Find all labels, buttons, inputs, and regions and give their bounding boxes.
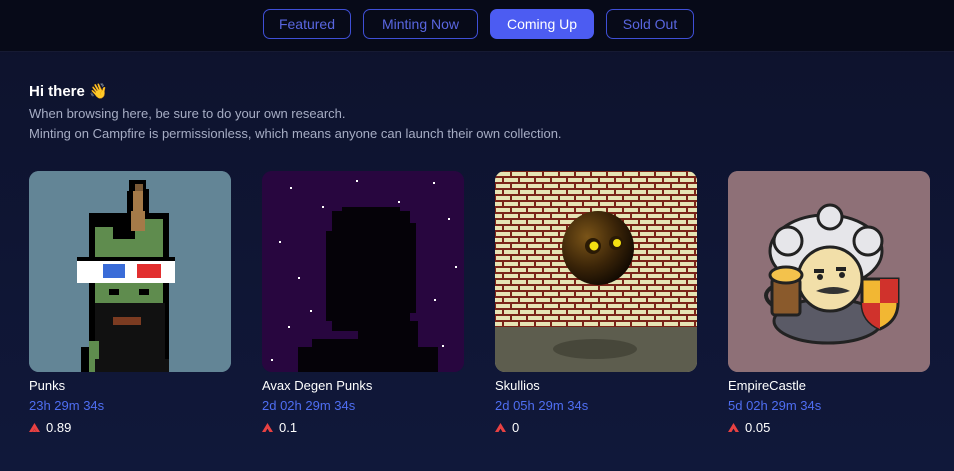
avax-icon [262, 422, 273, 432]
avax-icon [495, 422, 506, 432]
cartoon-king-image [728, 171, 930, 372]
collection-card-avax-degen-punks[interactable]: Avax Degen Punks 2d 02h 29m 34s 0.1 [262, 171, 464, 436]
price-value: 0.1 [279, 419, 298, 435]
countdown-timer: 23h 29m 34s [29, 398, 105, 413]
collection-name[interactable]: Punks [29, 378, 231, 396]
price-value: 0.05 [745, 419, 771, 435]
collection-image-empirecastle[interactable] [728, 171, 930, 372]
countdown-timer: 5d 02h 29m 34s [728, 398, 822, 413]
price-value: 0 [512, 419, 520, 435]
mint-price: 0.1 [262, 418, 464, 436]
mint-price: 0.05 [728, 418, 930, 436]
greeting-heading: Hi there 👋 [29, 82, 108, 100]
top-nav: Featured Minting Now Coming Up Sold Out [0, 0, 954, 52]
collection-name[interactable]: Skullios [495, 378, 697, 396]
price-value: 0.89 [46, 419, 72, 435]
collection-image-skullios[interactable] [495, 171, 697, 372]
tab-sold-out[interactable]: Sold Out [606, 9, 694, 39]
disclaimer-line-1: When browsing here, be sure to do your o… [29, 106, 346, 121]
mint-price: 0 [495, 418, 697, 436]
tab-coming-up[interactable]: Coming Up [490, 9, 594, 39]
countdown-timer: 2d 02h 29m 34s [262, 398, 356, 413]
pixel-punk-image [29, 171, 231, 372]
collection-card-punks[interactable]: Punks 23h 29m 34s 0.89 [29, 171, 231, 436]
silhouette-image [262, 171, 464, 372]
collection-image-avax-degen-punks[interactable] [262, 171, 464, 372]
skull-image [495, 171, 697, 372]
wave-emoji-icon: 👋 [89, 83, 108, 100]
tab-featured[interactable]: Featured [263, 9, 351, 39]
disclaimer-line-2: Minting on Campfire is permissionless, w… [29, 126, 562, 141]
mint-price: 0.89 [29, 418, 231, 436]
avax-icon [29, 422, 40, 432]
collection-card-empirecastle[interactable]: EmpireCastle 5d 02h 29m 34s 0.05 [728, 171, 930, 436]
collection-name[interactable]: Avax Degen Punks [262, 378, 464, 396]
collection-card-skullios[interactable]: Skullios 2d 05h 29m 34s 0 [495, 171, 697, 436]
greeting-text: Hi there [29, 83, 85, 100]
collection-name[interactable]: EmpireCastle [728, 378, 930, 396]
collection-image-punks[interactable] [29, 171, 231, 372]
avax-icon [728, 422, 739, 432]
tab-minting-now[interactable]: Minting Now [363, 9, 478, 39]
countdown-timer: 2d 05h 29m 34s [495, 398, 589, 413]
